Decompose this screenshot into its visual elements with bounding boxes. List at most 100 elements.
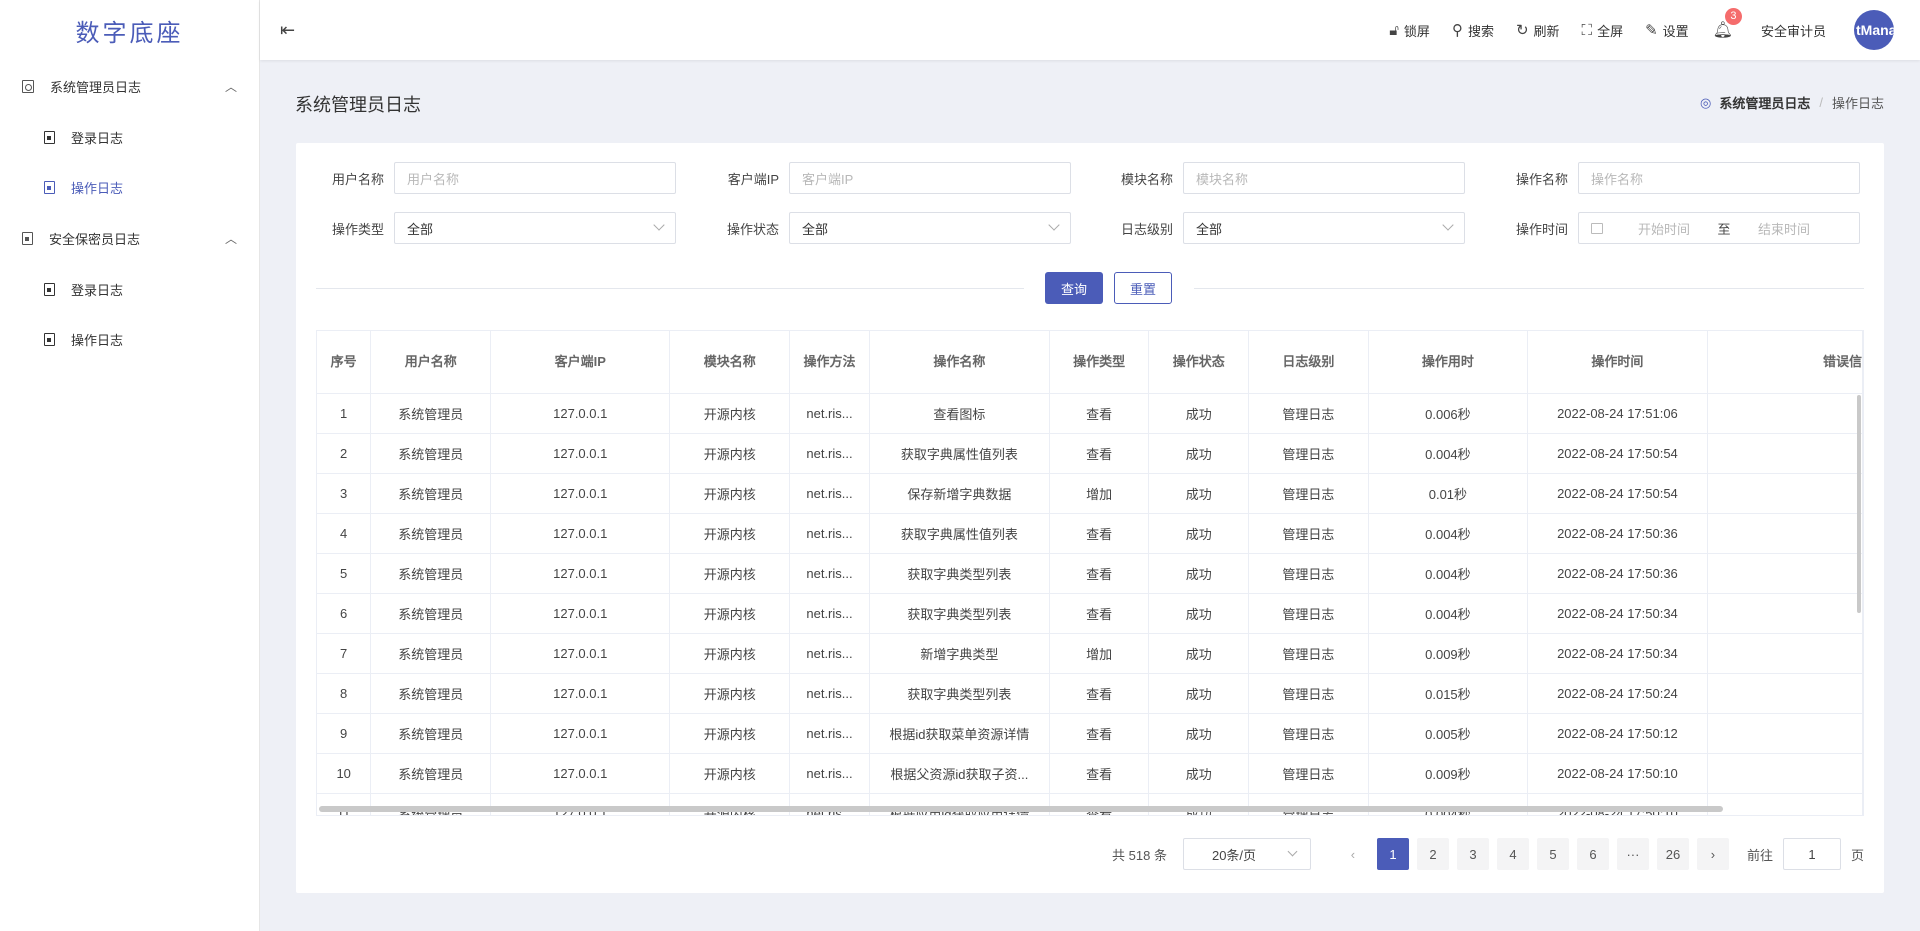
module-placeholder: 模块名称 (1196, 171, 1249, 187)
table-cell: net.ris... (789, 593, 870, 634)
table-cell: 11 (317, 793, 372, 815)
table-cell: 2022-08-24 17:50:10 (1527, 753, 1708, 794)
table-cell: 管理日志 (1248, 393, 1369, 434)
table-cell: 2022-08-24 17:50:54 (1527, 473, 1708, 514)
table-cell: net.ris... (789, 753, 870, 794)
table-cell: 系统管理员 (370, 473, 492, 514)
divider (316, 288, 1024, 289)
table-cell: 成功 (1148, 673, 1250, 714)
table-row[interactable]: 11系统管理员127.0.0.1开源内核net.ris...根据应用id获取应用… (317, 793, 1863, 815)
table-cell: 2022-08-24 17:50:54 (1527, 433, 1708, 474)
table-cell: 开源内核 (669, 393, 791, 434)
goto-suffix: 页 (1850, 847, 1864, 863)
page-button[interactable]: 26 (1656, 838, 1689, 870)
table-cell: 获取字典类型列表 (869, 593, 1050, 634)
breadcrumb-item-current: 操作日志 (1831, 96, 1884, 111)
collapse-sidebar-icon[interactable]: ⇤ (280, 20, 295, 41)
page-button[interactable]: 6 (1576, 838, 1609, 870)
table-cell: 开源内核 (669, 753, 791, 794)
table-cell: 根据父资源id获取子资... (869, 753, 1050, 794)
username[interactable]: 安全审计员 (1761, 21, 1826, 40)
operation-name-input[interactable]: 操作名称 (1578, 162, 1860, 194)
more-pages-button[interactable]: ··· (1616, 838, 1649, 870)
column-header: 操作时间 (1527, 331, 1708, 394)
reset-button[interactable]: 重置 (1114, 272, 1172, 304)
table-cell: 系统管理员 (370, 393, 492, 434)
menu-item-security-login-log[interactable]: 登录日志 (0, 264, 259, 314)
horizontal-scrollbar[interactable] (319, 806, 1723, 812)
page-button[interactable]: 1 (1376, 838, 1409, 870)
menu-item-sysadmin-operation-log[interactable]: 操作日志 (0, 162, 259, 212)
table-cell: 2022-08-24 17:50:10 (1527, 793, 1708, 815)
module-input[interactable]: 模块名称 (1183, 162, 1465, 194)
column-header: 客户端IP (490, 331, 671, 394)
table-row[interactable]: 5 系统管理员 127.0.0.1 开源内核 net.ris... 获取字典类型列表 查看成… (317, 553, 1863, 594)
document-icon (44, 130, 55, 144)
operation-time-label: 操作时间 (1515, 221, 1568, 237)
operation-type-select[interactable]: 全部 (394, 212, 676, 244)
refresh-label: 刷新 (1533, 23, 1560, 39)
operation-time-range-picker[interactable]: 开始时间 至 结束时间 (1578, 212, 1860, 244)
table-cell: 6 (317, 593, 372, 634)
table-cell: 2022-08-24 17:50:36 (1527, 553, 1708, 594)
page-button[interactable]: 4 (1496, 838, 1529, 870)
log-level-select[interactable]: 全部 (1183, 212, 1465, 244)
query-button[interactable]: 查询 (1045, 272, 1103, 304)
module-label: 模块名称 (1120, 171, 1173, 187)
table-cell: 查看 (1049, 673, 1150, 714)
table-row[interactable]: 4 系统管理员 127.0.0.1 开源内核 net.ris... 获取字典属性值列表 查看… (317, 513, 1863, 554)
menu-group-security-officer-log[interactable]: 安全保密员日志 ︿ (0, 212, 259, 264)
page-button[interactable]: 3 (1456, 838, 1489, 870)
search-button[interactable]: ⚲ 搜索 (1452, 21, 1494, 40)
fullscreen-button[interactable]: ⛶ 全屏 (1582, 21, 1624, 40)
table-row[interactable]: 9 系统管理员 127.0.0.1 开源内核 net.ris... 根据id获取菜单资源详… (317, 713, 1863, 754)
username-input[interactable]: 用户名称 (394, 162, 676, 194)
table-cell (1707, 713, 1863, 754)
menu-item-label: 操作日志 (71, 332, 124, 348)
table-row[interactable]: 6 系统管理员 127.0.0.1 开源内核 net.ris... 获取字典类型列表 查看成… (317, 593, 1863, 634)
table-cell (1707, 393, 1863, 434)
table-cell (1707, 793, 1863, 815)
lock-screen-button[interactable]: 🔓︎ 锁屏 (1389, 21, 1430, 40)
menu-group-sysadmin-log[interactable]: 系统管理员日志 ︿ (0, 60, 259, 112)
page-size-select[interactable]: 20条/页 (1182, 838, 1311, 870)
table-cell: net.ris... (789, 633, 870, 674)
table-cell: 开源内核 (669, 553, 791, 594)
table-cell: 成功 (1148, 513, 1250, 554)
operation-status-label: 操作状态 (726, 221, 779, 237)
operation-status-select[interactable]: 全部 (789, 212, 1071, 244)
table-cell: 保存新增字典数据 (869, 473, 1050, 514)
chevron-up-icon: ︿ (224, 231, 237, 246)
next-page-button[interactable]: › (1696, 838, 1729, 870)
client-ip-input[interactable]: 客户端IP (789, 162, 1071, 194)
page-button[interactable]: 2 (1416, 838, 1449, 870)
table-row[interactable]: 1 系统管理员 127.0.0.1 开源内核 net.ris... 查看图标 查看 成功 管理日… (317, 393, 1863, 434)
page-button[interactable]: 5 (1536, 838, 1569, 870)
table-cell: 增加 (1049, 473, 1150, 514)
table-cell: 成功 (1148, 793, 1250, 815)
table-cell: 2022-08-24 17:50:24 (1527, 673, 1708, 714)
table-cell (1707, 673, 1863, 714)
menu-item-security-operation-log[interactable]: 操作日志 (0, 314, 259, 364)
goto-page-input[interactable]: 1 (1782, 838, 1841, 870)
table-header-row: 序号 用户名称 客户端IP 模块名称 操作方法 操作名称 操作类型 操作状态 日… (317, 331, 1863, 394)
table-row[interactable]: 3 系统管理员 127.0.0.1 开源内核 net.ris... 保存新增字典数据 增加成… (317, 473, 1863, 514)
table-cell: 2 (317, 433, 372, 474)
settings-button[interactable]: ✎ 设置 (1645, 21, 1689, 40)
table-row[interactable]: 2 系统管理员 127.0.0.1 开源内核 net.ris... 获取字典属性值列表 查看… (317, 433, 1863, 474)
vertical-scrollbar[interactable] (1857, 395, 1861, 613)
table-row[interactable]: 7 系统管理员 127.0.0.1 开源内核 net.ris... 新增字典类型 增加 成功管… (317, 633, 1863, 674)
table-cell: 127.0.0.1 (490, 513, 671, 554)
prev-page-button[interactable]: ‹ (1336, 838, 1369, 870)
table-cell: 2022-08-24 17:50:12 (1527, 713, 1708, 754)
menu-item-sysadmin-login-log[interactable]: 登录日志 (0, 112, 259, 162)
table-cell: 127.0.0.1 (490, 793, 671, 815)
table-row[interactable]: 8 系统管理员 127.0.0.1 开源内核 net.ris... 获取字典类型列表 查看成… (317, 673, 1863, 714)
refresh-button[interactable]: ↻ 刷新 (1516, 21, 1560, 40)
notifications-button[interactable]: 🔔︎ 3 (1713, 8, 1742, 40)
breadcrumb-item-parent[interactable]: 系统管理员日志 (1719, 93, 1810, 112)
table-cell (1707, 753, 1863, 794)
settings-doc-icon (22, 79, 34, 93)
avatar[interactable]: tMana (1854, 10, 1894, 50)
table-row[interactable]: 10 系统管理员 127.0.0.1 开源内核 net.ris... 根据父资源id获取子… (317, 753, 1863, 794)
